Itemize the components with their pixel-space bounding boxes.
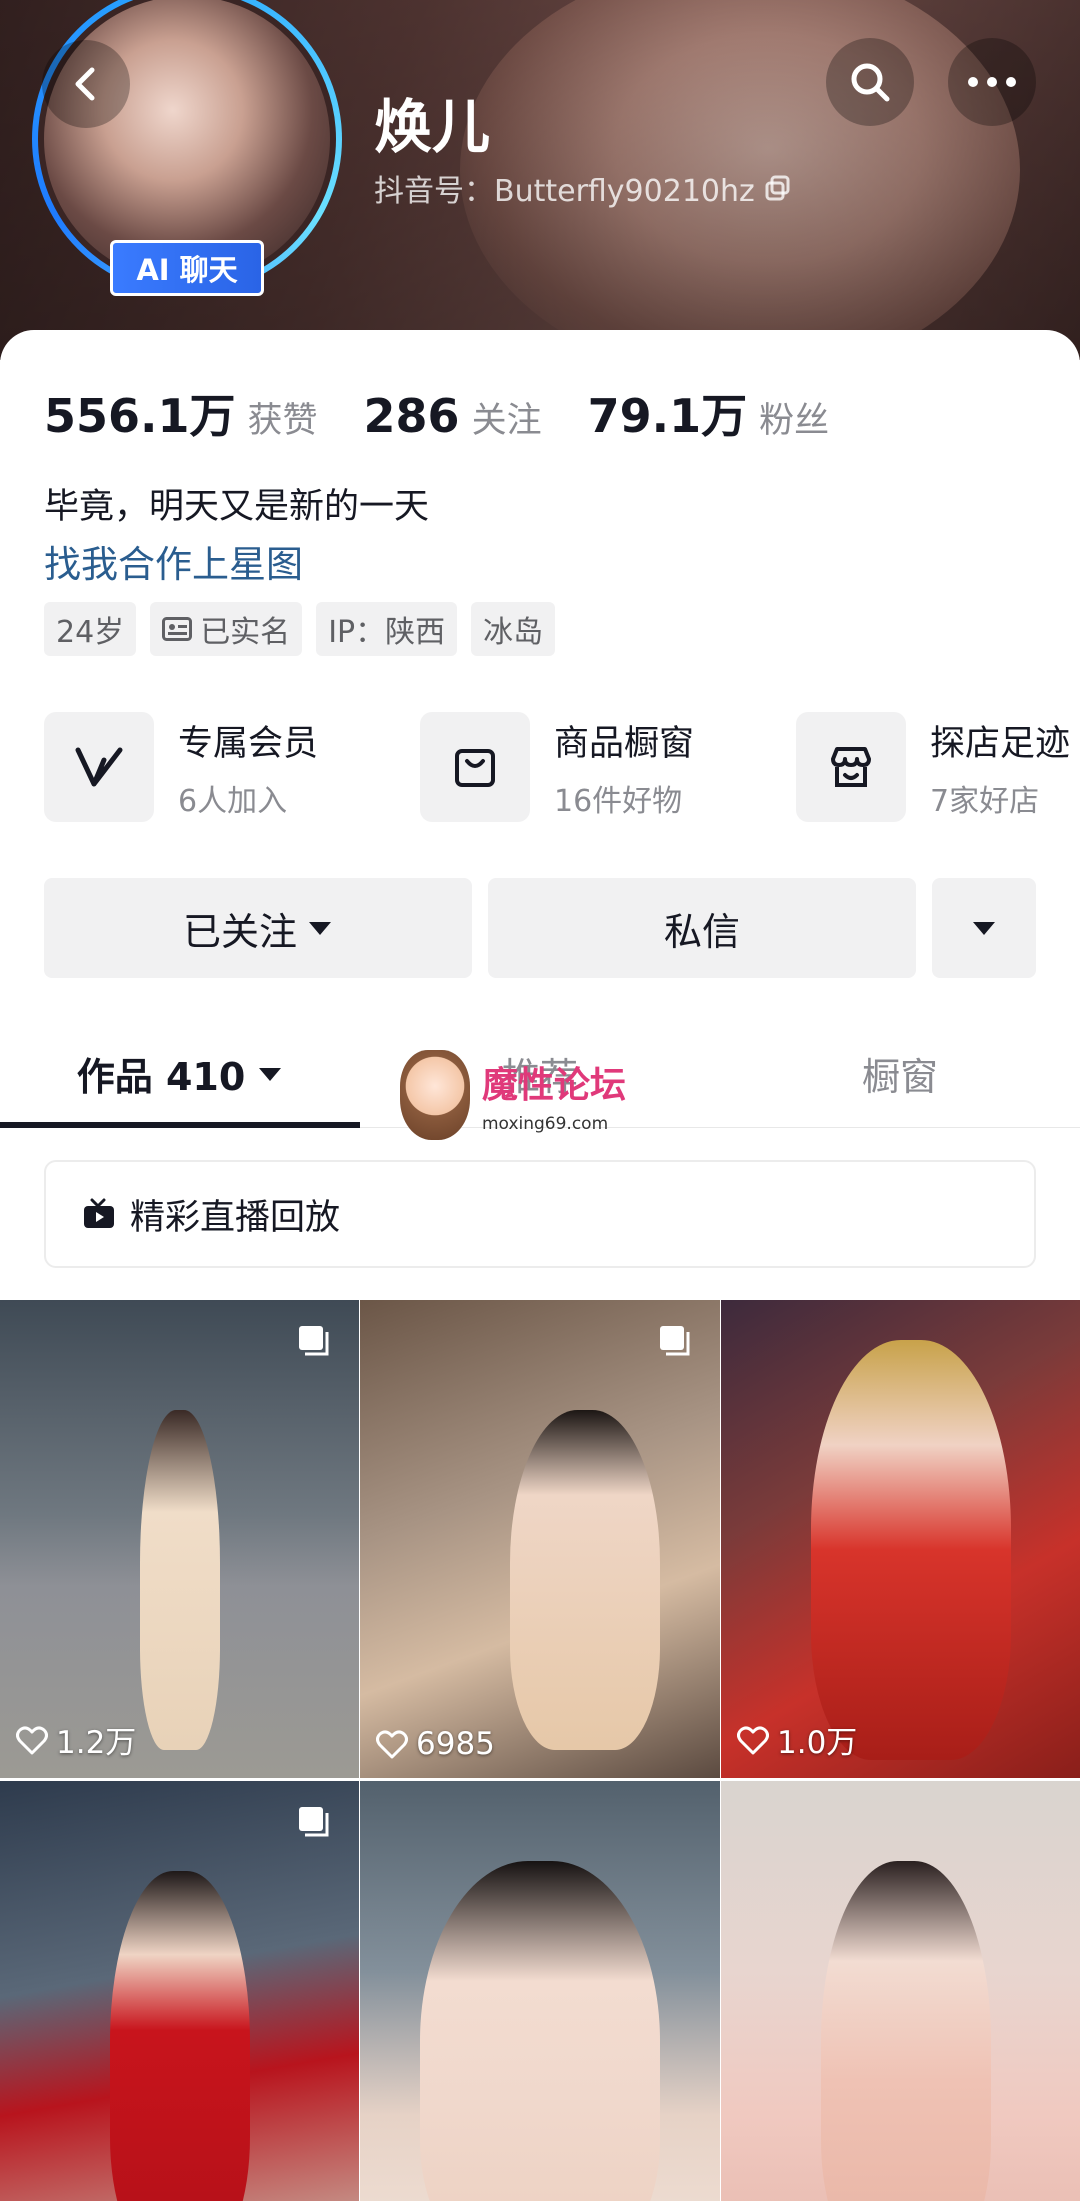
video-thumbnail[interactable] (360, 1781, 720, 2201)
multi-image-icon (299, 1807, 329, 1837)
video-thumbnail[interactable] (721, 1781, 1080, 2201)
tag-age: 24岁 (44, 602, 137, 656)
copy-icon[interactable] (765, 175, 791, 201)
tab-works[interactable]: 作品 410 (0, 1020, 360, 1128)
action-buttons: 已关注 私信 (44, 878, 1036, 978)
back-button[interactable] (42, 40, 130, 128)
heart-icon (376, 1730, 408, 1759)
id-card-icon (162, 617, 193, 641)
profile-banner: AI 聊天 焕儿 抖音号：Butterfly90210hz (0, 0, 1080, 360)
like-count: 1.2万 (16, 1717, 136, 1762)
search-icon (851, 63, 890, 102)
video-thumbnail[interactable]: 1.2万 (0, 1300, 359, 1778)
live-replay-entry[interactable]: 精彩直播回放 (44, 1160, 1036, 1268)
feature-shop-window[interactable]: 商品橱窗 16件好物 (420, 712, 796, 822)
message-button[interactable]: 私信 (488, 878, 916, 978)
video-grid: 1.2万 6985 1.0万 (0, 1300, 1080, 2201)
caret-down-icon (973, 922, 995, 935)
tag-ip: IP：陕西 (316, 602, 458, 656)
profile-tags: 24岁 已实名 IP：陕西 冰岛 (44, 602, 556, 656)
more-dots-icon (968, 77, 1016, 87)
video-thumbnail[interactable] (0, 1781, 359, 2201)
video-thumbnail[interactable]: 1.0万 (721, 1300, 1080, 1778)
stat-likes[interactable]: 556.1万 获赞 (44, 380, 318, 446)
following-button[interactable]: 已关注 (44, 878, 472, 978)
stat-followers[interactable]: 79.1万 粉丝 (588, 380, 830, 446)
recommend-dropdown-button[interactable] (932, 878, 1036, 978)
feature-membership[interactable]: 专属会员 6人加入 (44, 712, 420, 822)
more-button[interactable] (948, 38, 1036, 126)
ai-chat-badge[interactable]: AI 聊天 (110, 240, 264, 296)
stats-row: 556.1万 获赞 286 关注 79.1万 粉丝 (44, 380, 875, 446)
video-thumbnail[interactable]: 6985 (360, 1300, 720, 1778)
tv-icon (84, 1198, 114, 1228)
heart-icon (737, 1725, 769, 1754)
feature-store-visits[interactable]: 探店足迹 7家好店 (796, 712, 1080, 822)
mascot-logo (400, 1050, 470, 1140)
bio-text: 毕竟，明天又是新的一天 (44, 487, 430, 527)
heart-icon (16, 1725, 48, 1754)
profile-card: 556.1万 获赞 286 关注 79.1万 粉丝 毕竟，明天又是新的一天 找我… (0, 330, 1080, 2201)
caret-down-icon (309, 922, 331, 935)
chevron-left-icon (75, 67, 95, 101)
stat-following[interactable]: 286 关注 (364, 389, 542, 443)
like-count: 1.0万 (737, 1717, 857, 1762)
multi-image-icon (660, 1326, 690, 1356)
nickname: 焕儿 (374, 93, 491, 161)
caret-down-icon (259, 1067, 282, 1081)
bag-icon (455, 749, 495, 787)
forum-watermark: 魔性论坛 moxing69.com (400, 1050, 626, 1140)
cooperation-link[interactable]: 找我合作上星图 (44, 534, 303, 588)
like-count: 6985 (376, 1726, 495, 1762)
shop-icon (831, 747, 871, 787)
tag-location[interactable]: 冰岛 (471, 602, 556, 656)
v-icon (75, 747, 123, 787)
search-button[interactable] (826, 38, 914, 126)
tab-shop-window[interactable]: 橱窗 (720, 1020, 1080, 1127)
multi-image-icon (299, 1326, 329, 1356)
douyin-id[interactable]: 抖音号：Butterfly90210hz (374, 166, 791, 210)
tag-verified[interactable]: 已实名 (150, 602, 303, 656)
feature-row: 专属会员 6人加入 商品橱窗 16件好物 探店足迹 7家好店 (44, 712, 1080, 822)
